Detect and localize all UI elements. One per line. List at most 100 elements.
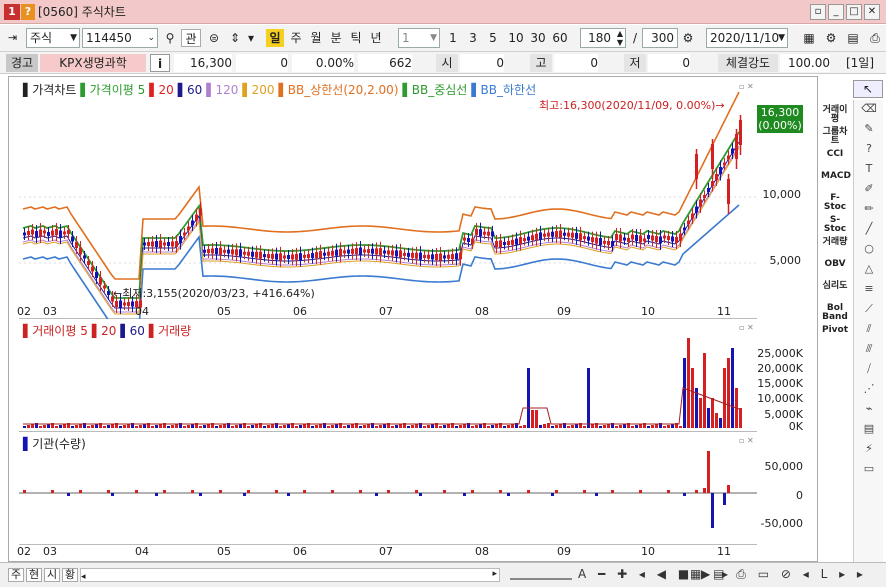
- maximize-icon[interactable]: □: [846, 4, 862, 20]
- circle-icon[interactable]: ○: [857, 242, 881, 260]
- volume-bar: [559, 424, 562, 428]
- scroll-right-icon[interactable]: ▸: [492, 569, 497, 579]
- print-icon[interactable]: ⎙: [866, 29, 884, 47]
- period-tick-tab[interactable]: 틱: [348, 29, 364, 47]
- close-icon[interactable]: ✕: [864, 4, 880, 20]
- volume-bar: [155, 425, 158, 428]
- volume-bar: [223, 424, 226, 428]
- grid-icon[interactable]: ▤: [857, 422, 881, 440]
- volume-panel[interactable]: ▌거래이평 5 ▌20 ▌60 ▌거래량 ▫ ✕: [19, 320, 757, 432]
- nav-arrow-icon[interactable]: ⇥: [8, 31, 17, 44]
- indicator-bol-band[interactable]: Bol Band: [821, 304, 849, 322]
- building-icon[interactable]: ▦: [800, 29, 818, 47]
- minimize-icon[interactable]: _: [828, 4, 844, 20]
- zigzag-icon[interactable]: ⌁: [857, 402, 881, 420]
- text-icon[interactable]: T: [857, 162, 881, 180]
- question-icon[interactable]: ?: [857, 142, 881, 160]
- eraser-icon[interactable]: ⌫: [857, 102, 881, 120]
- period-month-tab[interactable]: 월: [308, 29, 324, 47]
- restore-icon[interactable]: ▫: [810, 4, 826, 20]
- institution-panel[interactable]: ▌기관(수량) ▫ ✕: [19, 433, 757, 545]
- institution-bar: [507, 493, 510, 496]
- info-button[interactable]: i: [150, 54, 170, 72]
- tab-ju[interactable]: 주: [8, 568, 24, 582]
- candle-body: [683, 227, 686, 231]
- volume-bar: [107, 425, 110, 428]
- indicator-pivot[interactable]: Pivot: [821, 326, 849, 335]
- gann-icon[interactable]: ⟋: [857, 302, 881, 320]
- total-input[interactable]: 300: [642, 28, 678, 48]
- search-icon[interactable]: ⚲: [161, 29, 179, 47]
- window-title: [0560] 주식차트: [38, 5, 126, 19]
- candle-body: [163, 242, 166, 246]
- volume-bar: [151, 426, 154, 428]
- interval-select[interactable]: 1 ▼: [398, 28, 440, 48]
- window-number-badge[interactable]: 1: [4, 4, 20, 20]
- indicator-거래이평[interactable]: 거래이평: [821, 106, 849, 124]
- indicator-심리도[interactable]: 심리도: [821, 282, 849, 291]
- window-icon[interactable]: ▭: [857, 462, 881, 480]
- speed-icon[interactable]: ⧸: [857, 362, 881, 380]
- interval-1[interactable]: 1: [446, 29, 460, 47]
- candle-body: [179, 236, 182, 243]
- period-year-tab[interactable]: 년: [368, 29, 384, 47]
- auto-icon[interactable]: ⚡: [857, 442, 881, 460]
- interval-3[interactable]: 3: [466, 29, 480, 47]
- tab-hyun[interactable]: 현: [26, 568, 42, 582]
- interval-5[interactable]: 5: [486, 29, 500, 47]
- indicator-거래량[interactable]: 거래량: [821, 238, 849, 247]
- indicator-macd[interactable]: MACD: [821, 172, 851, 181]
- period-week-tab[interactable]: 주: [288, 29, 304, 47]
- indicator-s-stoc[interactable]: S-Stoc: [821, 216, 849, 234]
- channel-icon[interactable]: ⫽: [857, 322, 881, 340]
- volume-bar: [475, 425, 478, 428]
- vol-tick-25000: 25,000K: [757, 347, 803, 360]
- fibo-icon[interactable]: ≡: [857, 282, 881, 300]
- marker-icon[interactable]: ✏: [857, 202, 881, 220]
- triangle-icon[interactable]: △: [857, 262, 881, 280]
- zoom-slider[interactable]: [510, 570, 572, 580]
- price-panel[interactable]: ▌가격차트 ▌가격이평 5 ▌20 ▌60 ▌120 ▌200 ▌BB_상한선(20,2.0…: [19, 79, 757, 319]
- volume-bar: [411, 425, 414, 428]
- interval-60[interactable]: 60: [550, 29, 570, 47]
- chart-scrollbar[interactable]: ◂ ▸: [80, 568, 500, 582]
- interval-10[interactable]: 10: [506, 29, 526, 47]
- line-icon[interactable]: ╱: [857, 222, 881, 240]
- scroll-left-icon[interactable]: ◂: [81, 572, 86, 582]
- export-controls-icon[interactable]: ▦ ▤ ⎙ ▭ ⊘ ◂ L ▸ ▸: [690, 567, 867, 582]
- cursor-tool-icon[interactable]: ↖: [853, 80, 883, 98]
- period-day-tab[interactable]: 일: [266, 29, 284, 47]
- date-select[interactable]: 2020/11/10 ▼: [706, 28, 788, 48]
- settings-small-icon[interactable]: ⚙: [680, 29, 696, 47]
- volume-bar: [75, 425, 78, 428]
- tab-si[interactable]: 시: [44, 568, 60, 582]
- pen-icon[interactable]: ✐: [857, 182, 881, 200]
- link-icon[interactable]: ⊜: [204, 29, 224, 47]
- interval-30[interactable]: 30: [528, 29, 548, 47]
- help-badge[interactable]: ?: [21, 4, 35, 20]
- candle-body: [567, 232, 570, 237]
- indicator-obv[interactable]: OBV: [821, 260, 849, 269]
- all-icon[interactable]: ✎: [857, 122, 881, 140]
- gwan-button[interactable]: 관: [181, 29, 201, 47]
- code-input[interactable]: 114450 ⌄: [82, 28, 158, 48]
- indicator-f-stoc[interactable]: F-Stoc: [821, 194, 849, 212]
- institution-bar: [499, 490, 502, 493]
- chart-area[interactable]: ▌가격차트 ▌가격이평 5 ▌20 ▌60 ▌120 ▌200 ▌BB_상한선(20,2.0…: [8, 76, 818, 562]
- tab-hwang[interactable]: 황: [62, 568, 78, 582]
- institution-bar: [67, 493, 70, 496]
- market-select[interactable]: 주식 ▼: [26, 28, 80, 48]
- indicator-그룹차트[interactable]: 그룹차트: [821, 128, 849, 146]
- fan-icon[interactable]: ⋰: [857, 382, 881, 400]
- period-minute-tab[interactable]: 분: [328, 29, 344, 47]
- gear-icon[interactable]: ⚙: [822, 29, 840, 47]
- count-stepper[interactable]: 180 ▲ ▼: [580, 28, 626, 48]
- candle-body: [59, 230, 62, 238]
- chevron-down-icon[interactable]: ▾: [244, 29, 258, 47]
- spin-icon[interactable]: ⇕: [226, 29, 244, 47]
- save-icon[interactable]: ▤: [844, 29, 862, 47]
- parallel-icon[interactable]: ⫻: [857, 342, 881, 360]
- candle-body: [675, 237, 678, 243]
- stepper-icon[interactable]: ▲ ▼: [617, 29, 623, 47]
- indicator-cci[interactable]: CCI: [821, 150, 849, 159]
